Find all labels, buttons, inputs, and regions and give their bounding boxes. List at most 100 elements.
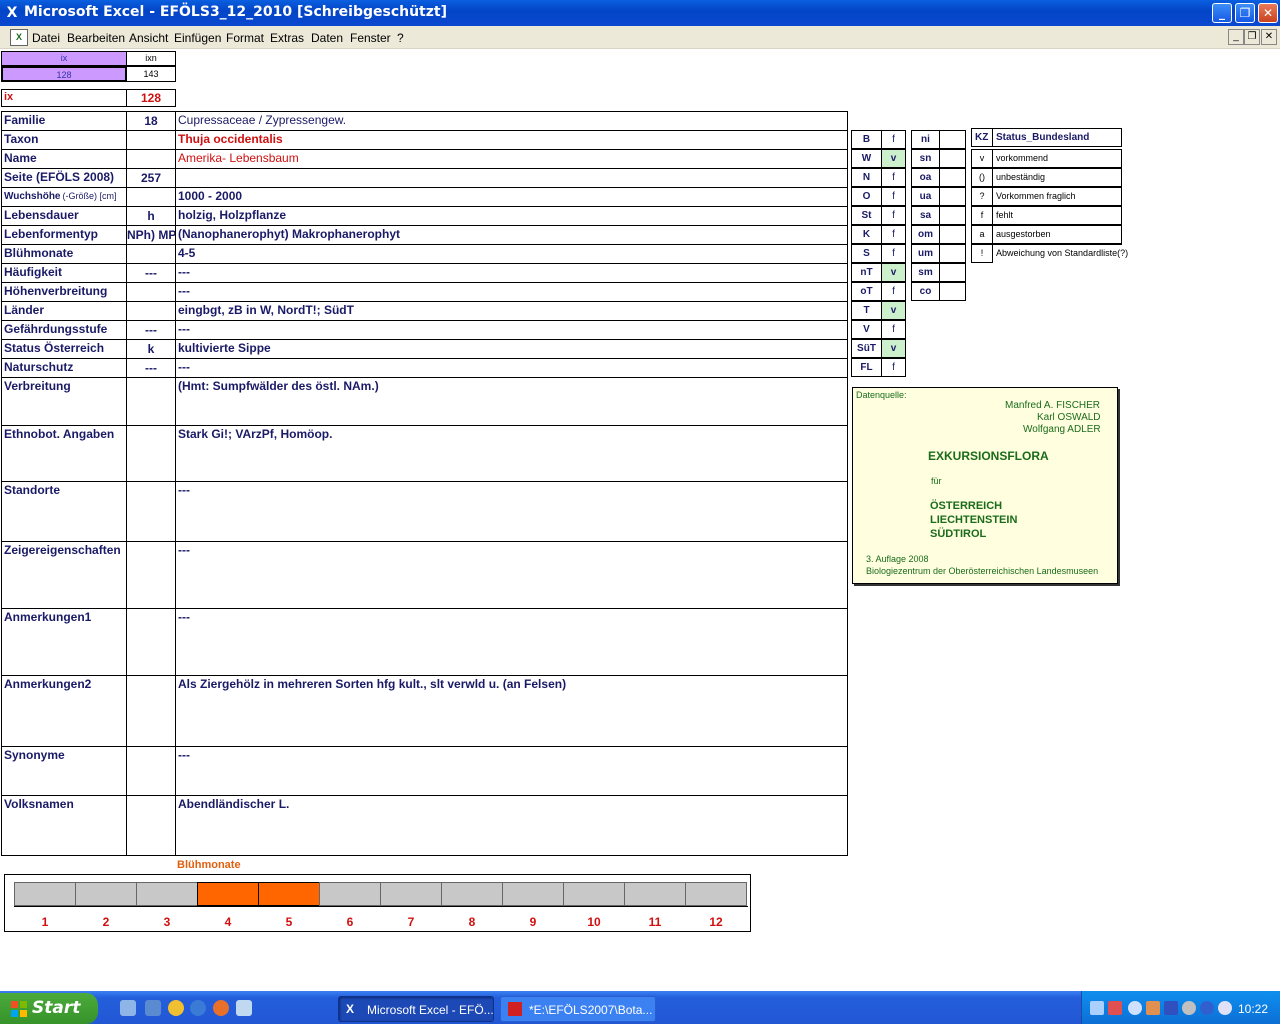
row-value[interactable]: Cupressaceae / Zypressengew.	[175, 111, 848, 131]
hoehe-code[interactable]: sn	[911, 149, 940, 168]
row-code[interactable]: 18	[126, 111, 176, 131]
hoehe-code[interactable]: sa	[911, 206, 940, 225]
land-code[interactable]: B	[851, 130, 882, 149]
row-value[interactable]: ---	[175, 358, 848, 378]
menu-ansicht[interactable]: Ansicht	[129, 31, 168, 45]
kz-description[interactable]: fehlt	[992, 206, 1122, 225]
row-code[interactable]: 257	[126, 168, 176, 188]
row-value[interactable]: holzig, Holzpflanze	[175, 206, 848, 226]
workbook-minimize-button[interactable]: _	[1228, 29, 1244, 45]
row-value[interactable]: (Hmt: Sumpfwälder des östl. NAm.)	[175, 377, 848, 426]
row-value[interactable]: (Nanophanerophyt) Makrophanerophyt	[175, 225, 848, 245]
menu-bearbeiten[interactable]: Bearbeiten	[67, 31, 125, 45]
row-value[interactable]: eingbgt, zB in W, NordT!; SüdT	[175, 301, 848, 321]
row-label[interactable]: Länder	[1, 301, 127, 321]
hoehe-status[interactable]	[939, 225, 966, 244]
desktop-icon[interactable]	[120, 1000, 136, 1016]
row-label[interactable]: Standorte	[1, 481, 127, 542]
hoehe-status[interactable]	[939, 168, 966, 187]
row-value[interactable]: ---	[175, 263, 848, 283]
menu-format[interactable]: Format	[226, 31, 264, 45]
row-value[interactable]: Amerika- Lebensbaum	[175, 149, 848, 169]
firefox-icon[interactable]	[213, 1000, 229, 1016]
hoehe-status[interactable]	[939, 282, 966, 301]
land-status[interactable]: v	[881, 339, 906, 358]
hoehe-status[interactable]	[939, 149, 966, 168]
land-status[interactable]: f	[881, 358, 906, 377]
kz-code[interactable]: !	[971, 244, 993, 263]
ix-value-cell[interactable]: 128	[126, 89, 176, 107]
kz-header[interactable]: KZ	[971, 128, 993, 147]
row-code[interactable]	[126, 481, 176, 542]
row-value[interactable]: ---	[175, 320, 848, 340]
row-value[interactable]: ---	[175, 282, 848, 302]
row-code[interactable]	[126, 282, 176, 302]
land-code[interactable]: V	[851, 320, 882, 339]
row-code[interactable]	[126, 608, 176, 676]
land-code[interactable]: S	[851, 244, 882, 263]
workbook-restore-button[interactable]: ❐	[1244, 29, 1260, 45]
menu-help[interactable]: ?	[397, 31, 404, 45]
row-code[interactable]: k	[126, 339, 176, 359]
row-code[interactable]	[126, 746, 176, 796]
media-player-icon[interactable]	[168, 1000, 184, 1016]
row-code[interactable]: ---	[126, 320, 176, 340]
row-value[interactable]: Thuja occidentalis	[175, 130, 848, 150]
row-value[interactable]: kultivierte Sippe	[175, 339, 848, 359]
land-code[interactable]: O	[851, 187, 882, 206]
menu-einfuegen[interactable]: Einfügen	[174, 31, 221, 45]
row-label[interactable]: Blühmonate	[1, 244, 127, 264]
row-code[interactable]	[126, 301, 176, 321]
network-icon[interactable]	[1090, 1001, 1104, 1015]
land-code[interactable]: oT	[851, 282, 882, 301]
kz-code[interactable]: v	[971, 149, 993, 168]
row-value[interactable]: ---	[175, 481, 848, 542]
row-label[interactable]: Volksnamen	[1, 795, 127, 856]
hoehe-code[interactable]: um	[911, 244, 940, 263]
row-label[interactable]: Häufigkeit	[1, 263, 127, 283]
row-value[interactable]: 1000 - 2000	[175, 187, 848, 207]
hoehe-code[interactable]: sm	[911, 263, 940, 282]
antivirus-icon[interactable]	[1218, 1001, 1232, 1015]
excel-app-icon[interactable]: X	[4, 5, 20, 21]
row-label[interactable]: Anmerkungen2	[1, 675, 127, 747]
land-status[interactable]: v	[881, 263, 906, 282]
row-label[interactable]: Taxon	[1, 130, 127, 150]
info-icon[interactable]	[1200, 1001, 1214, 1015]
land-code[interactable]: N	[851, 168, 882, 187]
land-status[interactable]: f	[881, 130, 906, 149]
row-value[interactable]: ---	[175, 746, 848, 796]
land-code[interactable]: T	[851, 301, 882, 320]
explorer-icon[interactable]	[145, 1000, 161, 1016]
row-label[interactable]: Ethnobot. Angaben	[1, 425, 127, 482]
menu-extras[interactable]: Extras	[270, 31, 304, 45]
land-code[interactable]: SüT	[851, 339, 882, 358]
row-value[interactable]: ---	[175, 608, 848, 676]
hoehe-status[interactable]	[939, 206, 966, 225]
land-code[interactable]: nT	[851, 263, 882, 282]
menu-datei[interactable]: Datei	[32, 31, 60, 45]
row-code[interactable]	[126, 675, 176, 747]
maximize-button[interactable]: ❐	[1235, 3, 1255, 23]
land-status[interactable]: f	[881, 244, 906, 263]
row-code[interactable]	[126, 130, 176, 150]
row-label[interactable]: Familie	[1, 111, 127, 131]
land-code[interactable]: FL	[851, 358, 882, 377]
alert-icon[interactable]	[1146, 1001, 1160, 1015]
hoehe-code[interactable]: co	[911, 282, 940, 301]
row-value[interactable]: ---	[175, 541, 848, 609]
row-code[interactable]	[126, 795, 176, 856]
row-code[interactable]	[126, 541, 176, 609]
row-code[interactable]: ---	[126, 358, 176, 378]
land-status[interactable]: f	[881, 168, 906, 187]
hoehe-code[interactable]: ua	[911, 187, 940, 206]
hoehe-code[interactable]: om	[911, 225, 940, 244]
row-code[interactable]: NPh) MPh	[126, 225, 176, 245]
row-label[interactable]: Gefährdungsstufe	[1, 320, 127, 340]
row-value[interactable]: Abendländischer L.	[175, 795, 848, 856]
row-label[interactable]: Seite (EFÖLS 2008)	[1, 168, 127, 188]
row-code[interactable]	[126, 377, 176, 426]
row-code[interactable]: h	[126, 206, 176, 226]
hoehe-status[interactable]	[939, 244, 966, 263]
ixn-small-cell[interactable]: 143	[126, 66, 176, 82]
